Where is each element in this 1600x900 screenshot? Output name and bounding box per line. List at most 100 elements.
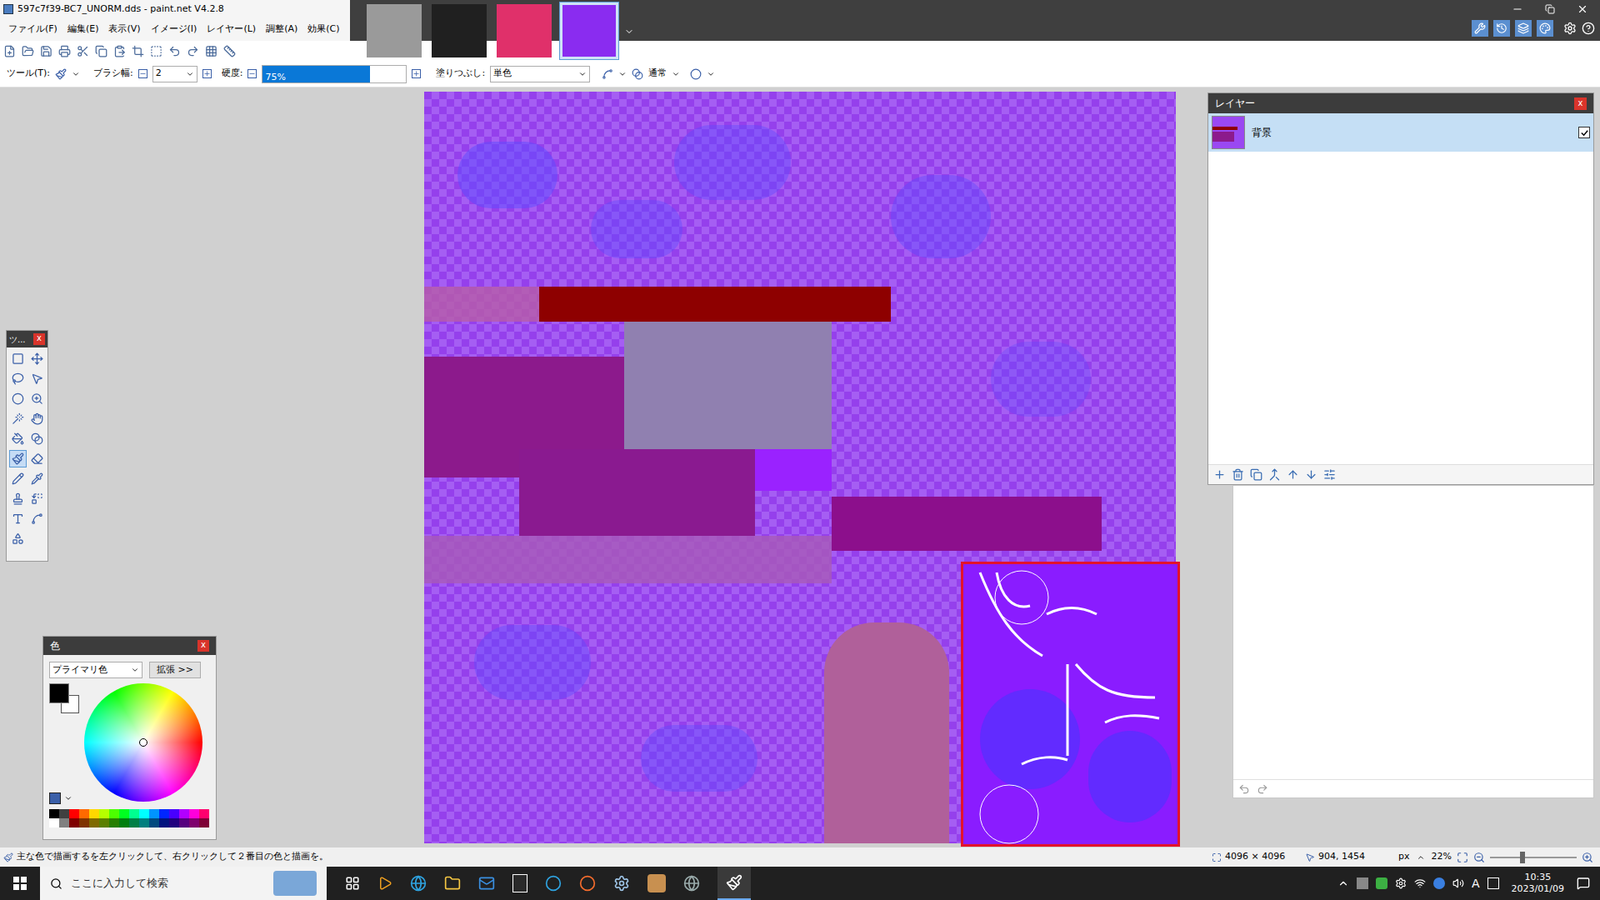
- layers-close-button[interactable]: x: [1574, 97, 1587, 110]
- hardness-increase-icon[interactable]: [411, 69, 421, 79]
- palette-swatch[interactable]: [79, 818, 90, 828]
- palette-swatch[interactable]: [129, 818, 140, 828]
- units[interactable]: px: [1398, 850, 1410, 865]
- palette-swatch[interactable]: [179, 809, 190, 819]
- zoom-slider-thumb[interactable]: [1520, 851, 1525, 864]
- palette-swatch[interactable]: [59, 809, 70, 819]
- palette-swatch[interactable]: [89, 809, 100, 819]
- tool-button[interactable]: [28, 450, 46, 468]
- tool-button[interactable]: [28, 350, 46, 368]
- palette-swatch[interactable]: [99, 818, 110, 828]
- network-icon[interactable]: [1414, 877, 1426, 890]
- tool-button[interactable]: [9, 370, 27, 388]
- layer-action-icon[interactable]: [1268, 468, 1281, 481]
- tray-icon[interactable]: [1356, 877, 1369, 890]
- cut-icon[interactable]: [76, 45, 90, 58]
- tool-button[interactable]: [28, 470, 46, 488]
- palette-swatch[interactable]: [159, 809, 170, 819]
- blend-mode-icon[interactable]: [631, 68, 644, 80]
- brush-increase-icon[interactable]: [202, 69, 212, 79]
- close-icon[interactable]: [1576, 3, 1589, 15]
- current-tool-icon[interactable]: [55, 68, 67, 80]
- image-tab[interactable]: [559, 1, 620, 60]
- palette-swatch[interactable]: [159, 818, 170, 828]
- zoom-slider[interactable]: [1490, 851, 1577, 864]
- palette-swatch[interactable]: [59, 818, 70, 828]
- menu-item[interactable]: 編集(E): [67, 22, 100, 37]
- tabs-more-icon[interactable]: [624, 26, 635, 37]
- tray-icon[interactable]: [1375, 877, 1388, 890]
- layer-visible-checkbox[interactable]: [1578, 126, 1590, 139]
- tool-button[interactable]: [9, 510, 27, 528]
- start-button[interactable]: [0, 866, 40, 900]
- task-view-icon[interactable]: [345, 875, 360, 891]
- settings-icon[interactable]: [1563, 21, 1577, 35]
- palette-swatch[interactable]: [119, 809, 130, 819]
- image-tab[interactable]: [429, 1, 490, 60]
- zoom-out-icon[interactable]: [1473, 851, 1485, 864]
- tool-button[interactable]: [28, 430, 46, 448]
- layers-window[interactable]: レイヤーx背景: [1207, 92, 1595, 485]
- palette-swatch[interactable]: [129, 809, 140, 819]
- palette-swatch[interactable]: [189, 809, 200, 819]
- panel-toggle[interactable]: [1515, 20, 1532, 37]
- layer-row[interactable]: 背景: [1208, 113, 1594, 152]
- palette-swatch[interactable]: [109, 818, 120, 828]
- tool-button[interactable]: [9, 530, 27, 548]
- volume-icon[interactable]: [1452, 877, 1465, 890]
- tool-button[interactable]: [9, 390, 27, 408]
- history-redo-icon[interactable]: [1256, 783, 1269, 795]
- clock-time[interactable]: 10:35: [1524, 871, 1551, 884]
- layer-action-icon[interactable]: [1323, 468, 1336, 481]
- palette-swatch[interactable]: [199, 818, 210, 828]
- palette-swatch[interactable]: [149, 818, 160, 828]
- tool-button[interactable]: [28, 510, 46, 528]
- selection-mode-dropdown-icon[interactable]: [706, 70, 715, 79]
- tool-button[interactable]: [28, 370, 46, 388]
- game-icon[interactable]: [647, 874, 666, 893]
- tool-button[interactable]: [9, 350, 27, 368]
- zoom-fit-icon[interactable]: [1456, 851, 1469, 864]
- palette-swatch[interactable]: [169, 809, 180, 819]
- tool-button[interactable]: [28, 490, 46, 508]
- palette-swatch[interactable]: [139, 809, 150, 819]
- restore-icon[interactable]: [1545, 4, 1555, 15]
- tool-button[interactable]: [9, 490, 27, 508]
- palette-swatch[interactable]: [89, 818, 100, 828]
- blend-dropdown-icon[interactable]: [671, 70, 680, 79]
- help-icon[interactable]: [1581, 21, 1595, 35]
- origin-icon[interactable]: [579, 875, 596, 892]
- menu-item[interactable]: ファイル(F): [8, 22, 58, 37]
- panel-toggle[interactable]: [1493, 20, 1510, 37]
- palette-swatch[interactable]: [169, 818, 180, 828]
- panel-toggle[interactable]: [1536, 20, 1554, 37]
- tools-close-button[interactable]: x: [33, 333, 45, 345]
- palette-options-icon[interactable]: [49, 792, 61, 805]
- tools-window[interactable]: ツ...x: [5, 330, 49, 562]
- menu-item[interactable]: 調整(A): [265, 22, 298, 37]
- layer-action-icon[interactable]: [1250, 468, 1263, 481]
- palette-swatch[interactable]: [189, 818, 200, 828]
- palette-swatch[interactable]: [149, 809, 160, 819]
- notifications-icon[interactable]: [1576, 876, 1590, 890]
- layer-action-icon[interactable]: [1286, 468, 1300, 481]
- color-palette[interactable]: [49, 809, 210, 828]
- minimize-icon[interactable]: [1511, 3, 1524, 15]
- palette-swatch[interactable]: [109, 809, 120, 819]
- deselect-icon[interactable]: [150, 45, 163, 58]
- layer-action-icon[interactable]: [1305, 468, 1318, 481]
- palette-swatch[interactable]: [119, 818, 130, 828]
- redo-icon[interactable]: [186, 45, 200, 58]
- epic-games-icon[interactable]: [512, 874, 528, 893]
- brush-decrease-icon[interactable]: [138, 69, 148, 79]
- selection-mode-icon[interactable]: [690, 68, 702, 80]
- image-tab[interactable]: [364, 1, 425, 60]
- palette-swatch[interactable]: [179, 818, 190, 828]
- save-icon[interactable]: [40, 45, 53, 58]
- image-canvas[interactable]: [424, 91, 1176, 844]
- palette-swatch[interactable]: [79, 809, 90, 819]
- colors-close-button[interactable]: x: [197, 640, 210, 652]
- browser-icon[interactable]: [683, 875, 700, 892]
- palette-swatch[interactable]: [139, 818, 150, 828]
- history-window[interactable]: [1232, 485, 1595, 799]
